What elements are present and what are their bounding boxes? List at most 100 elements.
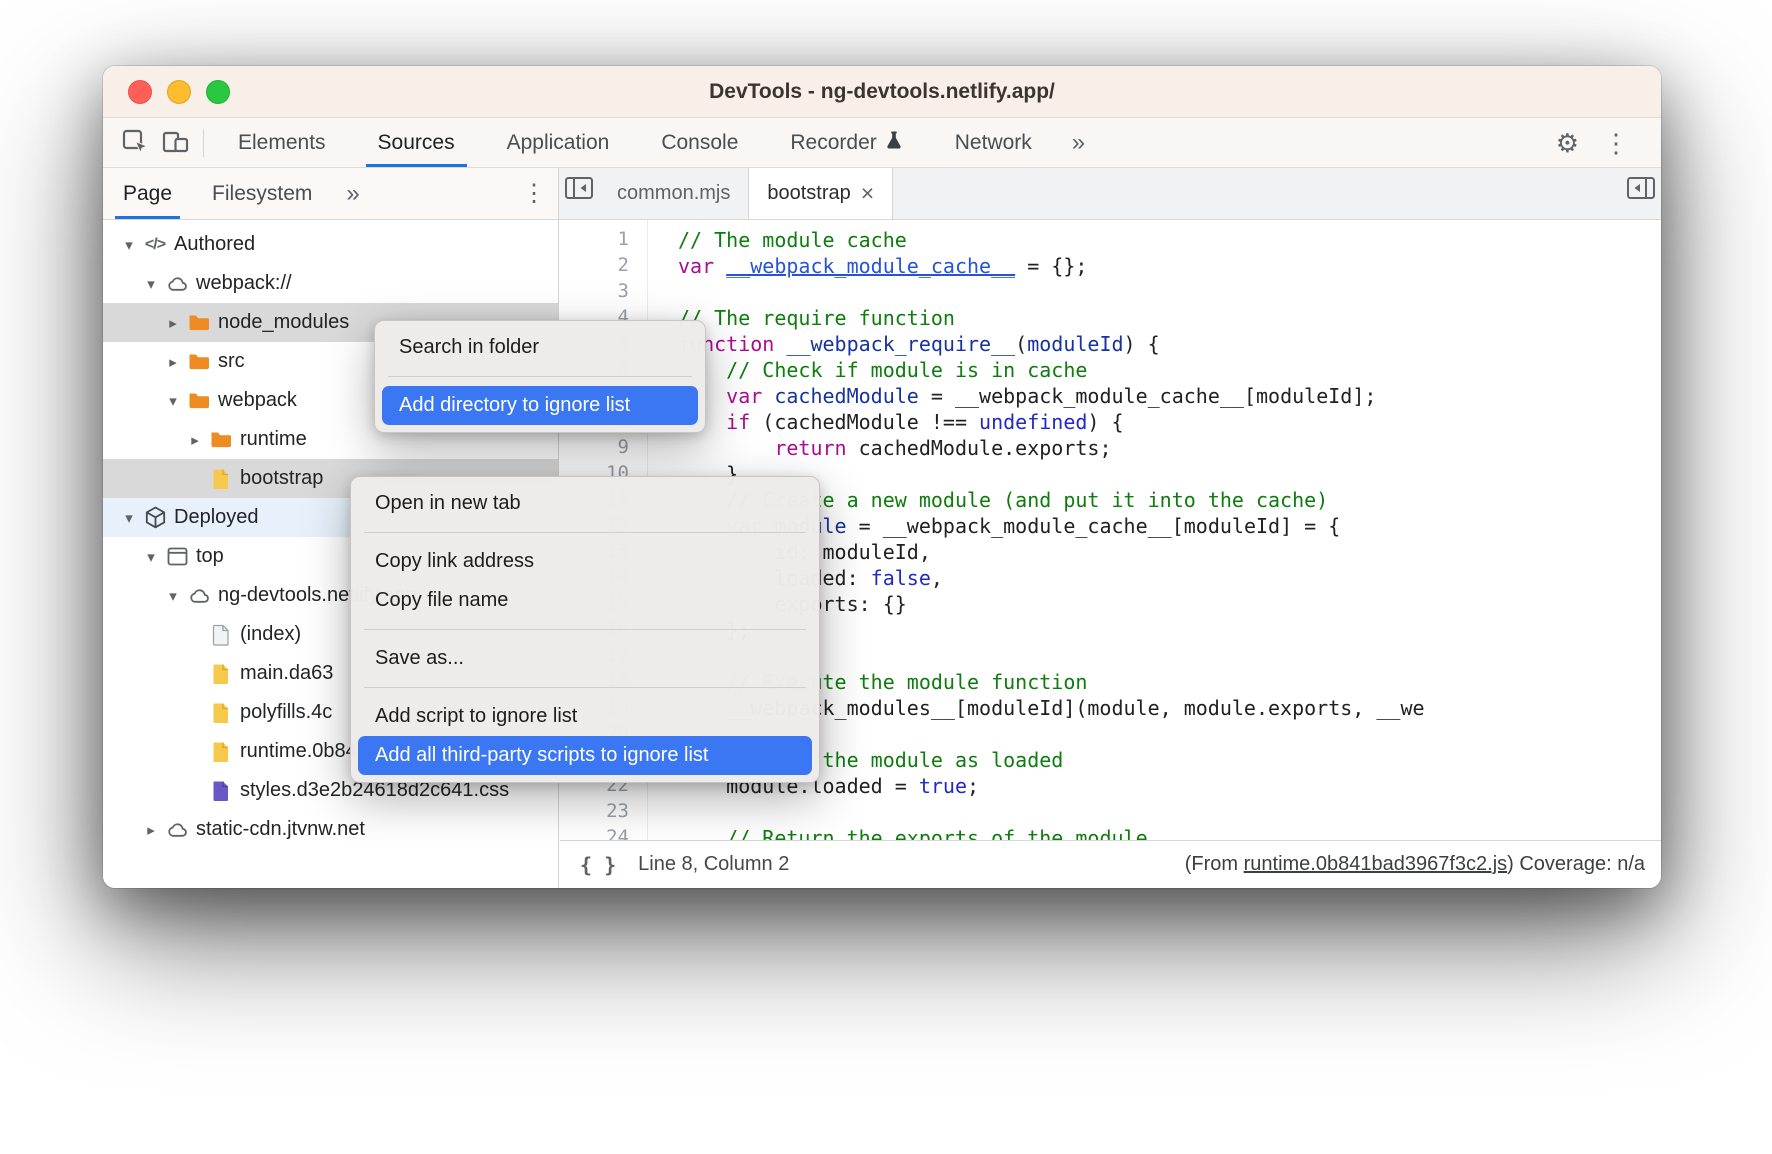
navigator-tabs: PageFilesystem xyxy=(103,168,332,219)
tree-item-label: src xyxy=(218,350,245,373)
tab-label: bootstrap xyxy=(767,182,850,205)
panel-tab-sources[interactable]: Sources xyxy=(352,118,481,167)
panel-tab-label: Recorder xyxy=(790,131,876,155)
flask-icon xyxy=(885,130,903,156)
navigator-tab-filesystem[interactable]: Filesystem xyxy=(192,168,332,219)
file-context-menu: Open in new tab Copy link addressCopy fil… xyxy=(350,476,820,783)
line-number[interactable]: 3 xyxy=(560,280,629,306)
menu-item-search-in-folder[interactable]: Search in folder xyxy=(375,328,705,367)
file-yellow-icon xyxy=(207,468,235,490)
panel-tab-recorder[interactable]: Recorder xyxy=(764,118,928,167)
panel-tab-label: Network xyxy=(955,131,1032,155)
collapse-arrow-icon[interactable]: ▾ xyxy=(139,548,163,566)
titlebar: DevTools - ng-devtools.netlify.app/ xyxy=(103,66,1661,118)
collapse-arrow-icon[interactable]: ▾ xyxy=(139,275,163,293)
tree-item-label: Authored xyxy=(174,233,255,256)
tree-item-label: node_modules xyxy=(218,311,349,334)
code-line xyxy=(678,644,1661,670)
menu-item-copy-link-address[interactable]: Copy link address xyxy=(351,542,819,581)
menu-item-copy-file-name[interactable]: Copy file name xyxy=(351,581,819,620)
line-number[interactable]: 2 xyxy=(560,254,629,280)
show-debugger-sidebar-icon[interactable] xyxy=(1621,168,1661,208)
panel-tab-console[interactable]: Console xyxy=(635,118,764,167)
code-line: } xyxy=(678,462,1661,488)
collapse-arrow-icon[interactable]: ▾ xyxy=(117,236,141,254)
editor-tabbar: common.mjs bootstrap × xyxy=(559,168,1661,219)
directory-context-menu: Search in folder Add directory to ignore … xyxy=(374,320,706,433)
minimize-window-button[interactable] xyxy=(167,80,191,104)
device-toolbar-icon[interactable] xyxy=(155,123,195,163)
panel-tab-network[interactable]: Network xyxy=(929,118,1058,167)
menu-separator xyxy=(364,532,806,533)
tree-item-authored[interactable]: ▾</> Authored xyxy=(103,225,558,264)
expand-arrow-icon[interactable]: ▸ xyxy=(183,431,207,449)
line-number[interactable]: 23 xyxy=(560,800,629,826)
code-line: var module = __webpack_module_cache__[mo… xyxy=(678,514,1661,540)
expand-arrow-icon[interactable]: ▸ xyxy=(161,353,185,371)
tree-item-label: webpack xyxy=(218,389,297,412)
tree-item-label: Deployed xyxy=(174,506,259,529)
settings-gear-icon[interactable]: ⚙ xyxy=(1544,130,1591,156)
tree-item-label: (index) xyxy=(240,623,301,646)
cube-icon xyxy=(141,506,169,529)
screenshot-stage: DevTools - ng-devtools.netlify.app/ Elem… xyxy=(0,0,1772,1154)
code-line: // Return the exports of the module xyxy=(678,826,1661,840)
expand-arrow-icon[interactable]: ▸ xyxy=(161,314,185,332)
navigator-overflow-menu-icon[interactable]: ⋮ xyxy=(510,182,558,206)
frame-icon xyxy=(163,547,191,566)
pretty-print-icon[interactable]: { } xyxy=(580,853,616,877)
file-purple-icon xyxy=(207,780,235,802)
panel-second-row: PageFilesystem » ⋮ common.mjs bootstrap … xyxy=(103,168,1661,220)
hide-navigator-icon[interactable] xyxy=(559,168,599,208)
folder-icon xyxy=(185,352,213,371)
line-number[interactable]: 1 xyxy=(560,228,629,254)
menu-item-save-as-[interactable]: Save as... xyxy=(351,639,819,678)
code-line: exports: {} xyxy=(678,592,1661,618)
tab-common-mjs[interactable]: common.mjs xyxy=(599,168,748,219)
code-line: __webpack_modules__[moduleId](module, mo… xyxy=(678,696,1661,722)
file-yellow-icon xyxy=(207,741,235,763)
menu-item-add-script-to-ignore-list[interactable]: Add script to ignore list xyxy=(351,697,819,736)
code-line: // The module cache xyxy=(678,228,1661,254)
panel-tab-label: Application xyxy=(507,131,610,155)
code-brackets-icon: </> xyxy=(141,236,169,254)
code-line: // Flag the module as loaded xyxy=(678,748,1661,774)
navigator-tab-page[interactable]: Page xyxy=(103,168,192,219)
code-line: // Check if module is in cache xyxy=(678,358,1661,384)
code-line: // The require function xyxy=(678,306,1661,332)
cursor-position: Line 8, Column 2 xyxy=(638,853,789,876)
line-number[interactable]: 9 xyxy=(560,436,629,462)
folder-icon xyxy=(185,391,213,410)
menu-item-add-all-third-party-scripts-to-ignore-list[interactable]: Add all third-party scripts to ignore li… xyxy=(358,736,812,775)
more-navigator-tabs-icon[interactable]: » xyxy=(332,180,373,208)
menu-item-open-in-new-tab[interactable]: Open in new tab xyxy=(351,484,819,523)
code-line: var __webpack_module_cache__ = {}; xyxy=(678,254,1661,280)
close-tab-icon[interactable]: × xyxy=(861,180,874,207)
close-window-button[interactable] xyxy=(128,80,152,104)
zoom-window-button[interactable] xyxy=(206,80,230,104)
code-line xyxy=(678,280,1661,306)
code-line: id: moduleId, xyxy=(678,540,1661,566)
panel-tab-elements[interactable]: Elements xyxy=(212,118,352,167)
panel-tab-application[interactable]: Application xyxy=(481,118,636,167)
menu-separator xyxy=(364,687,806,688)
more-panels-icon[interactable]: » xyxy=(1058,129,1099,157)
tree-item-static-cdn-jtvnw-net[interactable]: ▸static-cdn.jtvnw.net xyxy=(103,810,558,849)
file-yellow-icon xyxy=(207,702,235,724)
code-line: return cachedModule.exports; xyxy=(678,436,1661,462)
devtools-window: DevTools - ng-devtools.netlify.app/ Elem… xyxy=(103,66,1661,888)
menu-item-add-directory-to-ignore-list[interactable]: Add directory to ignore list xyxy=(382,386,698,425)
inspect-element-icon[interactable] xyxy=(115,123,155,163)
status-bar: { } Line 8, Column 2 (From runtime.0b841… xyxy=(560,840,1661,888)
file-yellow-icon xyxy=(207,663,235,685)
kebab-menu-icon[interactable]: ⋮ xyxy=(1591,130,1641,156)
code-line: function __webpack_require__(moduleId) { xyxy=(678,332,1661,358)
line-number[interactable]: 24 xyxy=(560,826,629,840)
collapse-arrow-icon[interactable]: ▾ xyxy=(161,392,185,410)
collapse-arrow-icon[interactable]: ▾ xyxy=(161,587,185,605)
tab-bootstrap[interactable]: bootstrap × xyxy=(748,168,893,219)
expand-arrow-icon[interactable]: ▸ xyxy=(139,821,163,839)
collapse-arrow-icon[interactable]: ▾ xyxy=(117,509,141,527)
tree-item-webpack-[interactable]: ▾webpack:// xyxy=(103,264,558,303)
sourcemap-file-link[interactable]: runtime.0b841bad3967f3c2.js xyxy=(1244,853,1508,875)
